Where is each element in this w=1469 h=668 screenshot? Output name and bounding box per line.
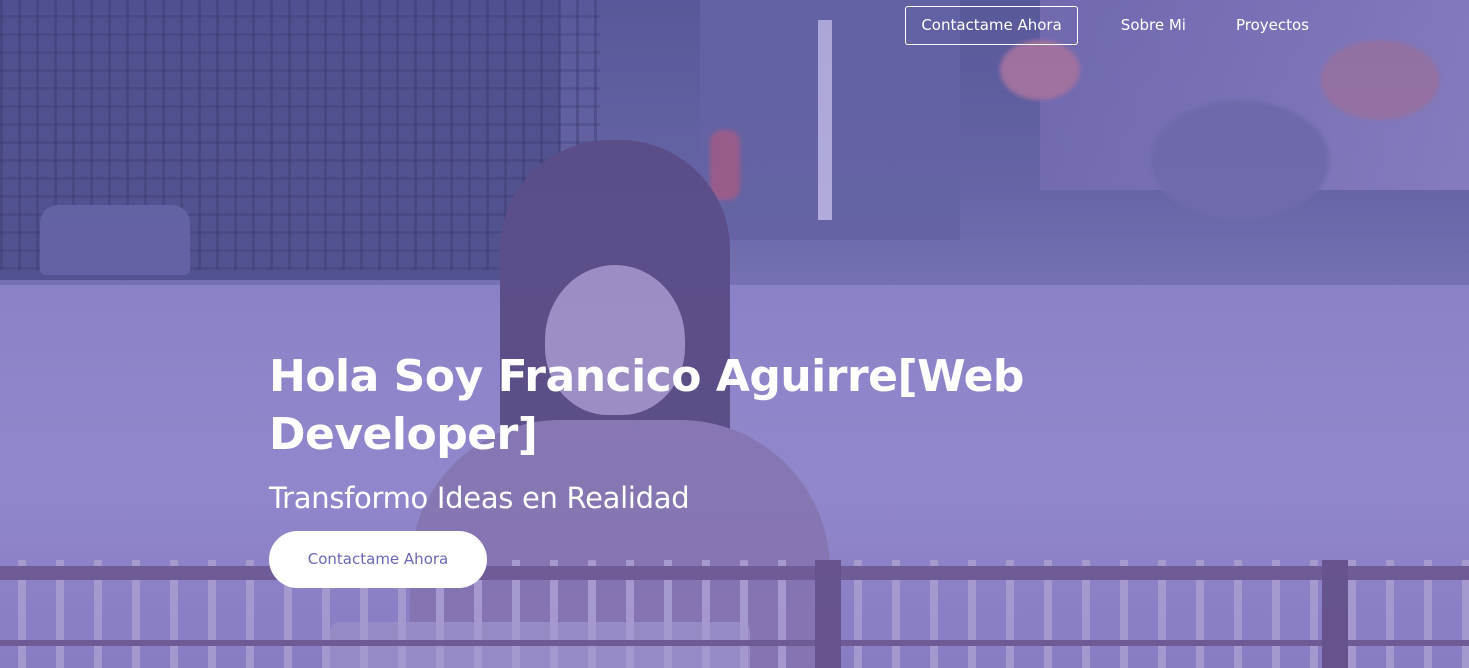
hero-contact-button[interactable]: Contactame Ahora bbox=[269, 531, 487, 588]
hero-title: Hola Soy Francico Aguirre[Web Developer] bbox=[269, 351, 1024, 460]
hero-content: Hola Soy Francico Aguirre[Web Developer]… bbox=[269, 348, 1089, 588]
hero-section: Contactame Ahora Sobre Mi Proyectos Hola… bbox=[0, 0, 1469, 668]
hero-subtitle: Transformo Ideas en Realidad bbox=[269, 481, 690, 515]
nav-link-projects[interactable]: Proyectos bbox=[1211, 6, 1334, 45]
nav-link-about[interactable]: Sobre Mi bbox=[1096, 6, 1211, 45]
top-nav: Contactame Ahora Sobre Mi Proyectos bbox=[905, 6, 1334, 45]
nav-contact-button[interactable]: Contactame Ahora bbox=[905, 6, 1078, 45]
